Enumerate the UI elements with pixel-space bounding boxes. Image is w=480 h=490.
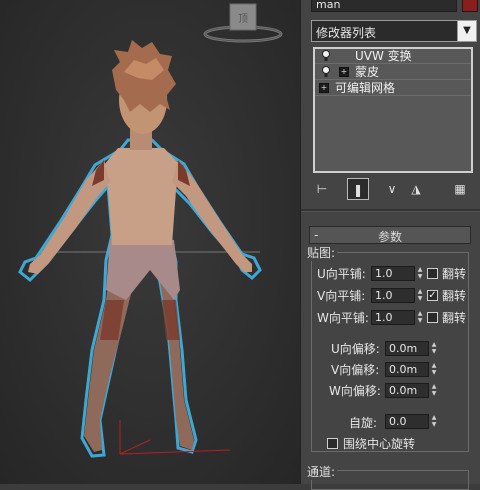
spinner-arrows-icon[interactable]: ▲ ▼ — [429, 362, 439, 377]
w-flip-checkbox[interactable] — [427, 312, 438, 323]
lightbulb-icon[interactable] — [321, 66, 331, 78]
w-tile-spinner[interactable]: 1.0 — [371, 310, 415, 325]
spinner-arrows-icon[interactable]: ▲ ▼ — [429, 414, 439, 429]
u-offset-label: U向偏移: — [331, 342, 380, 356]
rollout-title: 参数 — [377, 230, 402, 244]
panel-separator — [301, 209, 480, 212]
v-offset-spinner[interactable]: 0.0m — [385, 362, 429, 377]
character-model[interactable] — [18, 40, 262, 458]
w-tile-label: W向平铺: — [317, 311, 369, 325]
u-flip-checkbox[interactable] — [427, 268, 438, 279]
v-offset-label: V向偏移: — [331, 363, 380, 377]
stack-item-label: 蒙皮 — [355, 65, 380, 79]
configure-modifier-sets-icon[interactable]: ▦ — [449, 178, 471, 200]
stack-item-label: UVW 变换 — [355, 49, 412, 63]
spinner-arrows-icon[interactable]: ▲ ▼ — [415, 266, 425, 281]
command-panel: man 修改器列表 ▼ UVW 变换 + 蒙皮 + 可编辑网格 ⊢ ❚ ∨ ◮ … — [300, 0, 480, 490]
viewport-scene: 顶 — [18, 3, 283, 458]
stack-toolbar: ⊢ ❚ ∨ ◮ ▦ — [309, 178, 479, 202]
spinner-arrows-icon[interactable]: ▲ ▼ — [415, 310, 425, 325]
spinner-arrows-icon[interactable]: ▲ ▼ — [429, 341, 439, 356]
rotation-label: 自旋: — [349, 416, 378, 430]
modifier-stack[interactable]: UVW 变换 + 蒙皮 + 可编辑网格 — [313, 47, 473, 173]
w-offset-label: W向偏移: — [329, 384, 381, 398]
svg-text:顶: 顶 — [238, 13, 248, 25]
perspective-viewport[interactable]: 顶 — [0, 0, 300, 484]
modifier-list-label: 修改器列表 — [316, 26, 377, 40]
spinner-arrows-icon[interactable]: ▲ ▼ — [429, 383, 439, 398]
rotate-center-label: 围绕中心旋转 — [343, 437, 416, 451]
object-name-field[interactable]: man — [311, 0, 457, 12]
u-flip-label: 翻转 — [442, 267, 467, 281]
remove-modifier-icon[interactable]: ◮ — [405, 178, 427, 200]
pin-stack-icon[interactable]: ⊢ — [311, 178, 333, 200]
expand-plus-icon[interactable]: + — [339, 67, 349, 77]
w-flip-label: 翻转 — [442, 311, 467, 325]
u-tile-label: U向平铺: — [317, 267, 366, 281]
make-unique-icon[interactable]: ∨ — [381, 178, 403, 200]
spinner-arrows-icon[interactable]: ▲ ▼ — [415, 288, 425, 303]
tile-group-title: 贴图: — [305, 244, 338, 261]
v-flip-checkbox[interactable]: ✓ — [427, 290, 438, 301]
expand-plus-icon[interactable]: + — [319, 83, 329, 93]
lightbulb-icon[interactable] — [321, 50, 331, 62]
u-tile-spinner[interactable]: 1.0 — [371, 266, 415, 281]
parameters-rollout-header[interactable]: - 参数 — [309, 226, 471, 244]
rotate-center-checkbox[interactable] — [327, 438, 338, 449]
modifier-list-dropdown[interactable]: 修改器列表 ▼ — [311, 20, 477, 42]
show-end-result-icon[interactable]: ❚ — [347, 178, 369, 200]
v-tile-label: V向平铺: — [317, 289, 366, 303]
v-tile-spinner[interactable]: 1.0 — [371, 288, 415, 303]
u-offset-spinner[interactable]: 0.0m — [385, 341, 429, 356]
channel-group-title: 通道: — [305, 463, 338, 480]
stack-item-uvw-xform[interactable]: UVW 变换 — [315, 49, 471, 64]
v-flip-label: 翻转 — [442, 289, 467, 303]
stack-item-label: 可编辑网格 — [335, 81, 396, 95]
stack-item-skin[interactable]: + 蒙皮 — [315, 65, 471, 80]
chevron-down-icon[interactable]: ▼ — [457, 21, 476, 41]
viewcube-icon[interactable]: 顶 — [203, 3, 283, 43]
object-color-swatch[interactable] — [462, 0, 478, 12]
stack-item-editable-mesh[interactable]: + 可编辑网格 — [315, 81, 471, 96]
w-offset-spinner[interactable]: 0.0m — [385, 383, 429, 398]
rotation-spinner[interactable]: 0.0 — [385, 414, 429, 429]
